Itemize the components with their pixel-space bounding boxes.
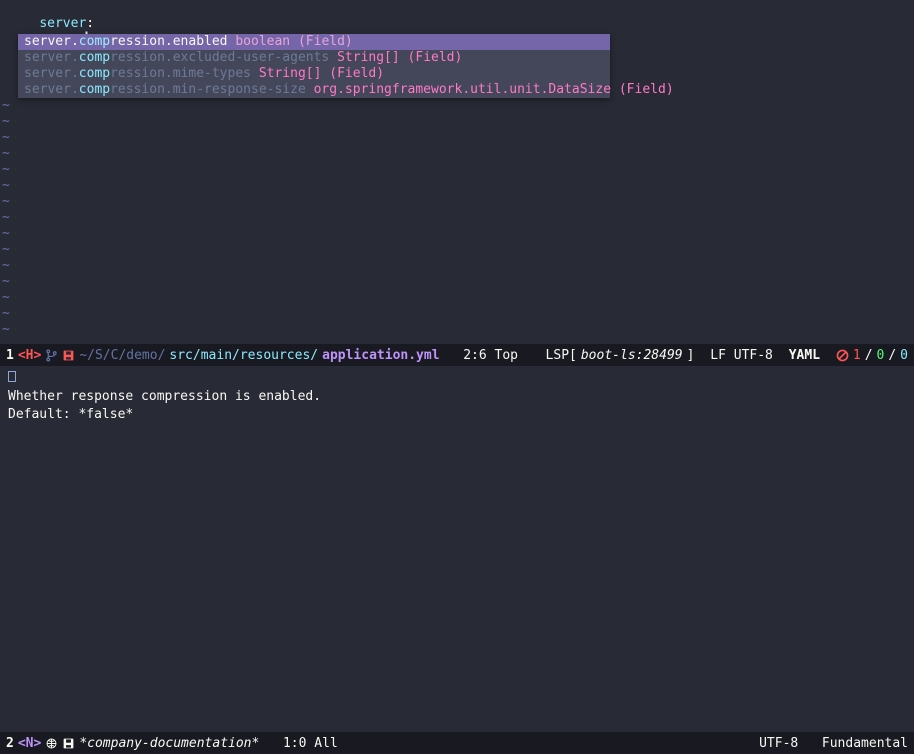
completion-item[interactable]: server.compression.min-response-size org… bbox=[18, 82, 610, 98]
window-number: 1 bbox=[6, 348, 14, 363]
tilde: ~ bbox=[2, 130, 10, 146]
tilde: ~ bbox=[2, 242, 10, 258]
lsp-server: boot-ls:28499 bbox=[581, 348, 683, 363]
doc-line-3: Default: *false* bbox=[8, 406, 906, 424]
position: 2:6 Top bbox=[463, 348, 518, 363]
completion-popup[interactable]: server.compression.enabled boolean (Fiel… bbox=[18, 34, 610, 98]
completion-item[interactable]: server.compression.enabled boolean (Fiel… bbox=[18, 34, 610, 50]
doc-box-marker bbox=[8, 370, 906, 388]
diag-errors: 1 bbox=[853, 348, 861, 363]
completion-item[interactable]: server.compression.excluded-user-agents … bbox=[18, 50, 610, 66]
lsp-label: LSP[ bbox=[546, 348, 577, 363]
completion-item[interactable]: server.compression.mime-types String[] (… bbox=[18, 66, 610, 82]
tilde: ~ bbox=[2, 258, 10, 274]
file-name: application.yml bbox=[322, 348, 439, 363]
editor-pane[interactable]: server: ● comp server.compression.enable… bbox=[0, 0, 914, 344]
doc-line-1: Whether response compression is enabled. bbox=[8, 388, 906, 406]
line-2[interactable]: ● comp bbox=[0, 16, 914, 32]
window-number: 2 bbox=[6, 736, 14, 751]
path-sub: src/main/resources/ bbox=[169, 348, 318, 363]
tilde: ~ bbox=[2, 290, 10, 306]
line-1[interactable]: server: bbox=[0, 0, 914, 16]
tilde: ~ bbox=[2, 114, 10, 130]
path-compressed: ~/S/C/demo/ bbox=[79, 348, 165, 363]
encoding: UTF-8 bbox=[759, 736, 798, 751]
major-mode: Fundamental bbox=[822, 736, 908, 751]
buffer-name: *company-documentation* bbox=[79, 736, 259, 751]
documentation-pane[interactable]: Whether response compression is enabled.… bbox=[0, 366, 914, 732]
diag-info: 0 bbox=[900, 348, 908, 363]
tilde: ~ bbox=[2, 98, 10, 114]
tilde: ~ bbox=[2, 194, 10, 210]
modeline-doc: 2 <N> *company-documentation* 1:0 All UT… bbox=[0, 732, 914, 754]
tilde: ~ bbox=[2, 162, 10, 178]
yaml-key: server bbox=[39, 16, 86, 31]
error-icon bbox=[836, 348, 849, 363]
position: 1:0 All bbox=[283, 736, 338, 751]
tilde: ~ bbox=[2, 210, 10, 226]
tilde: ~ bbox=[2, 146, 10, 162]
tilde-column: ~~~~~~~~~~~~~~~ bbox=[2, 98, 10, 338]
major-mode: YAML bbox=[789, 348, 820, 363]
modeline-editor: 1 <H> ~/S/C/demo/src/main/resources/appl… bbox=[0, 344, 914, 366]
tilde: ~ bbox=[2, 322, 10, 338]
yaml-colon: : bbox=[86, 16, 94, 31]
save-icon bbox=[62, 348, 75, 363]
lsp-close: ] bbox=[687, 348, 695, 363]
evil-state: <N> bbox=[18, 736, 41, 751]
diag-warnings: 0 bbox=[877, 348, 885, 363]
globe-icon bbox=[45, 736, 58, 751]
tilde: ~ bbox=[2, 178, 10, 194]
save-icon bbox=[62, 736, 75, 751]
tilde: ~ bbox=[2, 226, 10, 242]
git-branch-icon bbox=[45, 348, 58, 363]
tilde: ~ bbox=[2, 274, 10, 290]
evil-state: <H> bbox=[18, 348, 41, 363]
encoding: LF UTF-8 bbox=[710, 348, 773, 363]
tilde: ~ bbox=[2, 306, 10, 322]
